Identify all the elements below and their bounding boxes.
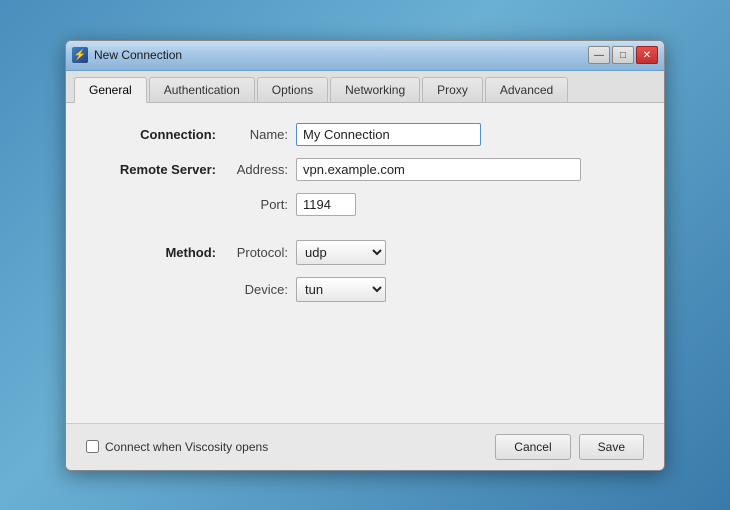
autoconnect-label: Connect when Viscosity opens — [105, 440, 268, 454]
port-field-label: Port: — [226, 197, 296, 212]
port-input[interactable] — [296, 193, 356, 216]
protocol-field-label: Protocol: — [226, 245, 296, 260]
tab-networking[interactable]: Networking — [330, 77, 420, 102]
remote-server-row: Remote Server: Address: — [96, 158, 634, 181]
tab-advanced[interactable]: Advanced — [485, 77, 568, 102]
minimize-button[interactable]: — — [588, 46, 610, 64]
title-bar-buttons: — □ ✕ — [588, 46, 658, 64]
name-field-label: Name: — [226, 127, 296, 142]
cancel-button[interactable]: Cancel — [495, 434, 570, 460]
connection-row: Connection: Name: — [96, 123, 634, 146]
maximize-button[interactable]: □ — [612, 46, 634, 64]
tab-options[interactable]: Options — [257, 77, 328, 102]
port-row: Port: — [96, 193, 634, 216]
autoconnect-row: Connect when Viscosity opens — [86, 440, 268, 454]
main-window: ⚡ New Connection — □ ✕ General Authentic… — [65, 40, 665, 471]
action-buttons: Cancel Save — [495, 434, 644, 460]
device-field-label: Device: — [226, 282, 296, 297]
save-button[interactable]: Save — [579, 434, 644, 460]
device-select[interactable]: tun tap — [296, 277, 386, 302]
form-content: Connection: Name: Remote Server: Address… — [66, 103, 664, 423]
tab-proxy[interactable]: Proxy — [422, 77, 483, 102]
tabs-bar: General Authentication Options Networkin… — [66, 71, 664, 103]
window-title: New Connection — [94, 48, 182, 62]
method-label: Method: — [96, 245, 226, 260]
autoconnect-checkbox[interactable] — [86, 440, 99, 453]
protocol-select[interactable]: udp tcp — [296, 240, 386, 265]
title-bar: ⚡ New Connection — □ ✕ — [66, 41, 664, 71]
name-input[interactable] — [296, 123, 481, 146]
tab-general[interactable]: General — [74, 77, 147, 103]
address-input[interactable] — [296, 158, 581, 181]
tab-authentication[interactable]: Authentication — [149, 77, 255, 102]
connection-section-label: Connection: — [96, 127, 226, 142]
close-button[interactable]: ✕ — [636, 46, 658, 64]
title-bar-left: ⚡ New Connection — [72, 47, 182, 63]
window-icon: ⚡ — [72, 47, 88, 63]
address-field-label: Address: — [226, 162, 296, 177]
remote-server-label: Remote Server: — [96, 162, 226, 177]
bottom-bar: Connect when Viscosity opens Cancel Save — [66, 423, 664, 470]
protocol-row: Method: Protocol: udp tcp — [96, 240, 634, 265]
device-row: Device: tun tap — [96, 277, 634, 302]
